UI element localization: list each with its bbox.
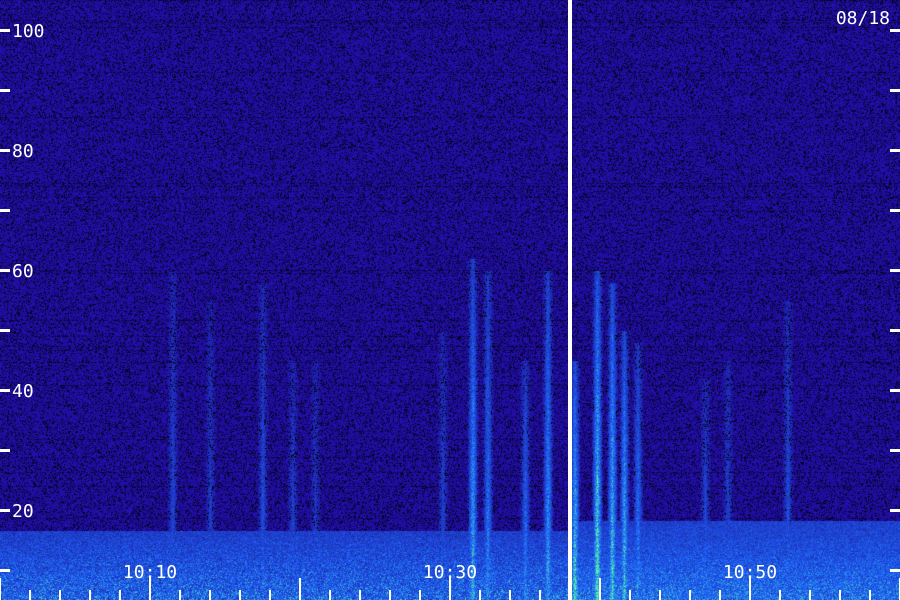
x-tick-label: 10:30 xyxy=(423,562,477,583)
y-tick-right xyxy=(890,509,900,512)
x-tick xyxy=(179,590,181,600)
y-tick-right xyxy=(890,569,900,572)
x-tick xyxy=(239,590,241,600)
y-tick-label: 40 xyxy=(12,381,34,402)
x-tick xyxy=(539,590,541,600)
y-tick-right xyxy=(890,449,900,452)
y-tick-right xyxy=(890,389,900,392)
y-tick-label: 100 xyxy=(12,21,45,42)
x-tick xyxy=(329,590,331,600)
x-tick xyxy=(389,590,391,600)
time-marker-line xyxy=(568,0,572,600)
y-tick-left xyxy=(0,389,10,392)
x-tick xyxy=(209,590,211,600)
x-tick xyxy=(839,590,841,600)
x-tick xyxy=(779,590,781,600)
x-tick xyxy=(29,590,31,600)
x-tick xyxy=(659,590,661,600)
y-axis-left: 100 80 60 40 20 xyxy=(0,21,45,572)
y-tick-left xyxy=(0,449,10,452)
spectrogram-overlay: 100 80 60 40 20 10:10 10:30 10:50 08/18 xyxy=(0,0,900,600)
x-axis: 10:10 10:30 10:50 xyxy=(0,562,900,600)
y-tick-label: 80 xyxy=(12,141,34,162)
y-tick-right xyxy=(890,149,900,152)
x-tick xyxy=(809,590,811,600)
y-tick-left xyxy=(0,149,10,152)
y-tick-right xyxy=(890,209,900,212)
y-tick-label: 60 xyxy=(12,261,34,282)
x-tick xyxy=(599,578,601,600)
x-tick xyxy=(269,590,271,600)
x-tick xyxy=(509,590,511,600)
x-tick xyxy=(479,590,481,600)
x-tick xyxy=(359,590,361,600)
y-tick-right xyxy=(890,29,900,32)
date-label: 08/18 xyxy=(836,8,890,29)
x-tick xyxy=(719,590,721,600)
y-tick-left xyxy=(0,29,10,32)
y-tick-left xyxy=(0,329,10,332)
y-axis-right xyxy=(890,29,900,572)
y-tick-right xyxy=(890,89,900,92)
y-tick-label: 20 xyxy=(12,501,34,522)
y-tick-right xyxy=(890,329,900,332)
x-tick xyxy=(119,590,121,600)
y-tick-left xyxy=(0,269,10,272)
y-tick-left xyxy=(0,89,10,92)
x-tick xyxy=(419,590,421,600)
y-tick-right xyxy=(890,269,900,272)
y-tick-left xyxy=(0,209,10,212)
x-tick xyxy=(689,590,691,600)
y-tick-left xyxy=(0,569,10,572)
x-tick xyxy=(629,590,631,600)
x-tick-label: 10:10 xyxy=(123,562,177,583)
x-tick xyxy=(869,590,871,600)
x-tick xyxy=(89,590,91,600)
x-tick-label: 10:50 xyxy=(723,562,777,583)
y-tick-left xyxy=(0,509,10,512)
x-tick xyxy=(0,578,1,600)
x-tick xyxy=(59,590,61,600)
x-tick xyxy=(299,578,301,600)
